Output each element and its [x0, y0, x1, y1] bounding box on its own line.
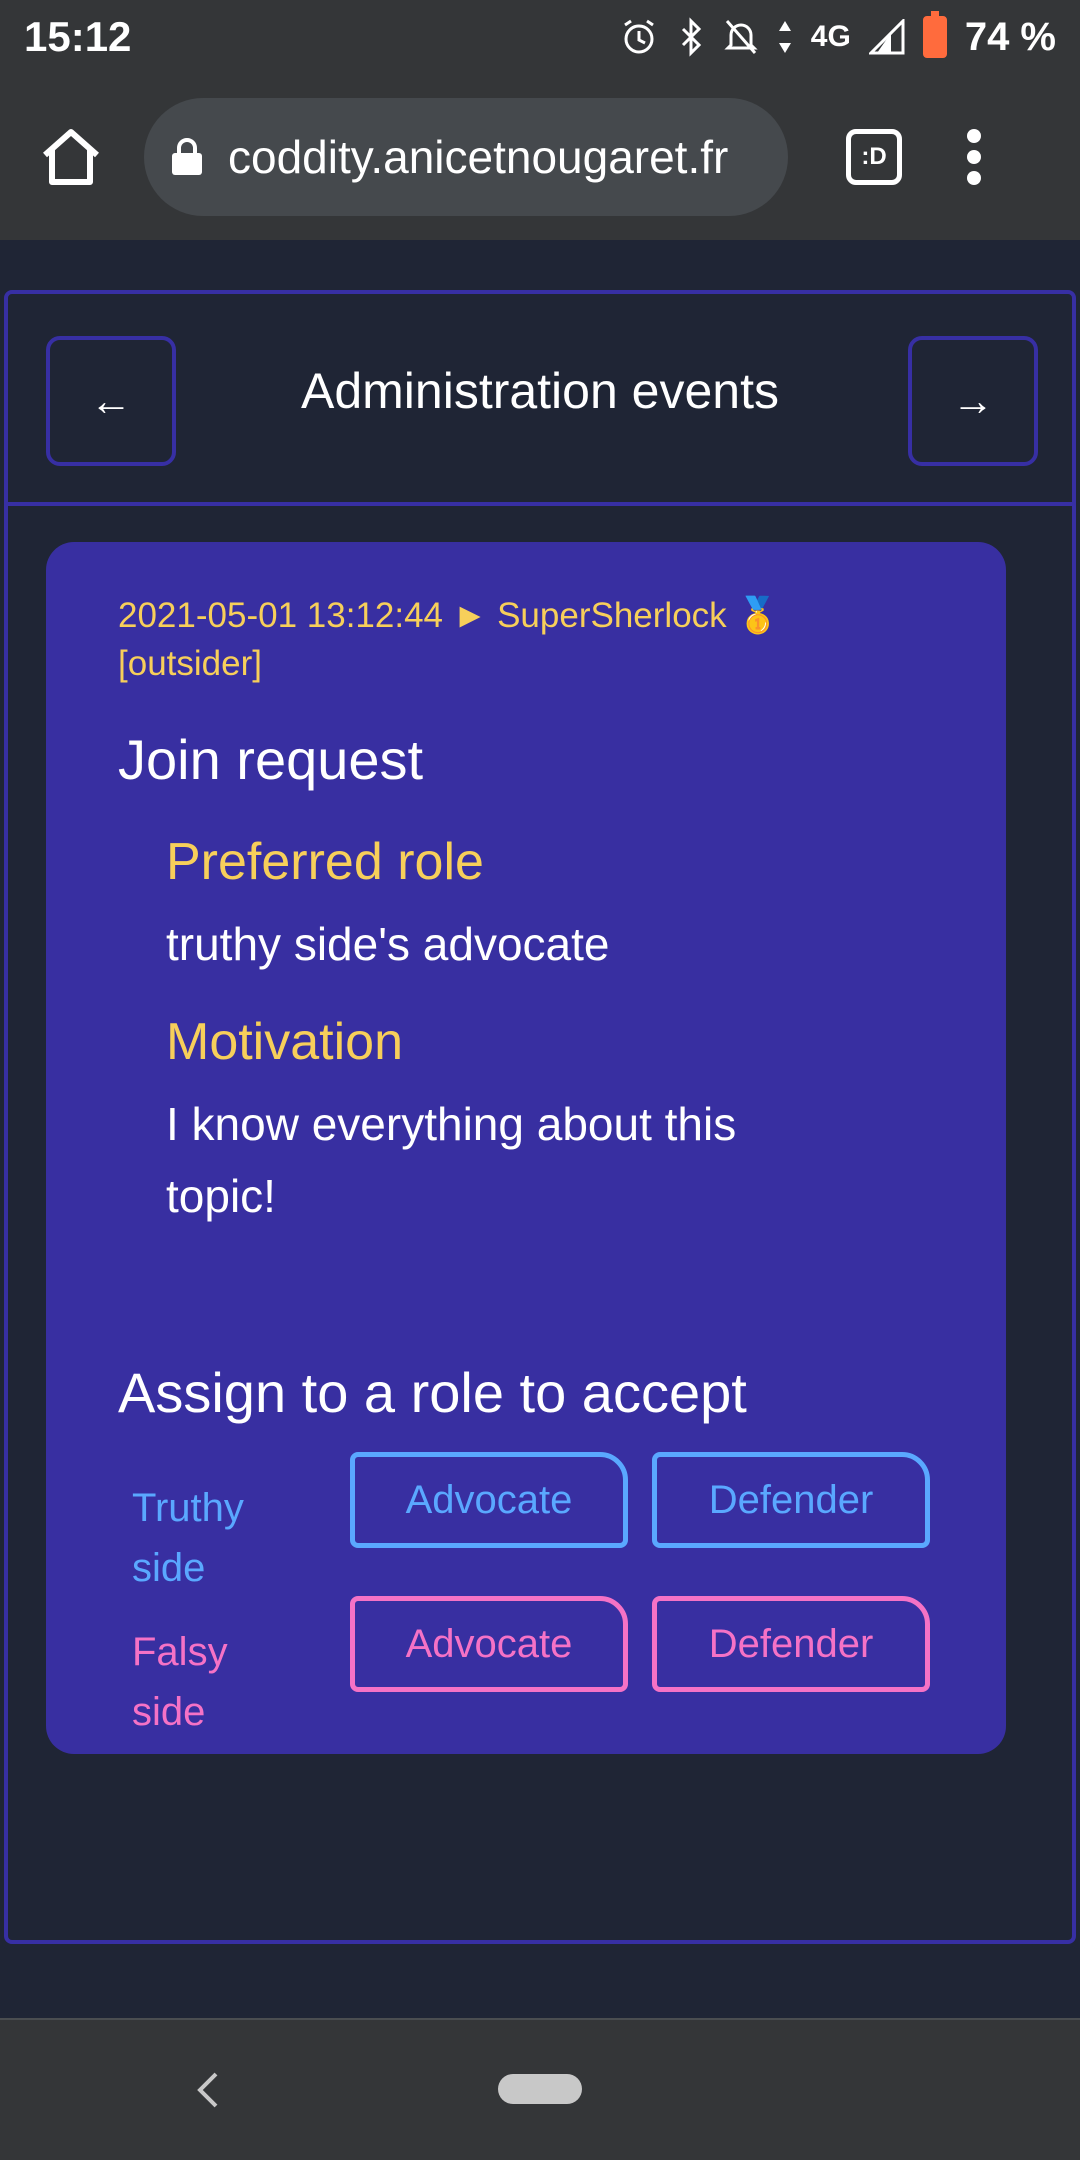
signal-icon — [868, 19, 905, 55]
status-bar: 15:12 4G 74 % — [0, 0, 1080, 74]
event-card: 2021-05-01 13:12:44 ► SuperSherlock 🥇 [o… — [46, 542, 1006, 1754]
menu-dot-icon — [967, 171, 981, 185]
home-gesture-pill[interactable] — [498, 2074, 582, 2104]
next-button[interactable]: → — [908, 336, 1038, 466]
truthy-advocate-button[interactable]: Advocate — [350, 1452, 628, 1548]
address-bar[interactable]: coddity.anicetnougaret.fr — [144, 98, 788, 216]
truthy-side-label: Truthy side — [132, 1486, 244, 1590]
event-meta: 2021-05-01 13:12:44 ► SuperSherlock 🥇 [o… — [118, 596, 780, 683]
preferred-role-value: truthy side's advocate — [166, 918, 610, 970]
status-icons: 4G 74 % — [619, 11, 1056, 60]
preferred-role-label: Preferred role — [166, 833, 484, 891]
alarm-icon — [623, 19, 654, 54]
home-icon — [43, 129, 99, 185]
back-icon[interactable] — [192, 2070, 222, 2110]
bluetooth-icon — [681, 17, 701, 57]
mute-icon — [724, 20, 758, 54]
panel-header: ← Administration events → — [8, 294, 1072, 506]
menu-dot-icon — [967, 150, 981, 164]
browser-toolbar: coddity.anicetnougaret.fr :D — [0, 74, 1080, 240]
network-type: 4G — [810, 20, 851, 53]
motivation-label: Motivation — [166, 1013, 403, 1071]
event-heading: Join request — [118, 728, 424, 791]
menu-dot-icon — [967, 129, 981, 143]
browser-menu-button[interactable] — [964, 129, 984, 185]
data-arrows-icon — [778, 21, 791, 53]
assign-heading: Assign to a role to accept — [118, 1361, 747, 1424]
battery-percent: 74 % — [964, 14, 1056, 59]
url-text: coddity.anicetnougaret.fr — [228, 131, 729, 183]
battery-icon — [922, 11, 947, 58]
home-button[interactable] — [30, 116, 112, 198]
falsy-side-label: Falsy side — [132, 1630, 228, 1734]
lock-icon — [172, 138, 202, 175]
falsy-advocate-button[interactable]: Advocate — [350, 1596, 628, 1692]
system-nav-bar — [0, 2018, 1080, 2160]
truthy-defender-button[interactable]: Defender — [652, 1452, 930, 1548]
status-time: 15:12 — [24, 13, 132, 60]
falsy-defender-button[interactable]: Defender — [652, 1596, 930, 1692]
motivation-value: I know everything about this topic! — [166, 1098, 737, 1222]
tab-switcher-button[interactable]: :D — [846, 129, 902, 185]
events-panel: ← Administration events → 2021-05-01 13:… — [4, 290, 1076, 1944]
